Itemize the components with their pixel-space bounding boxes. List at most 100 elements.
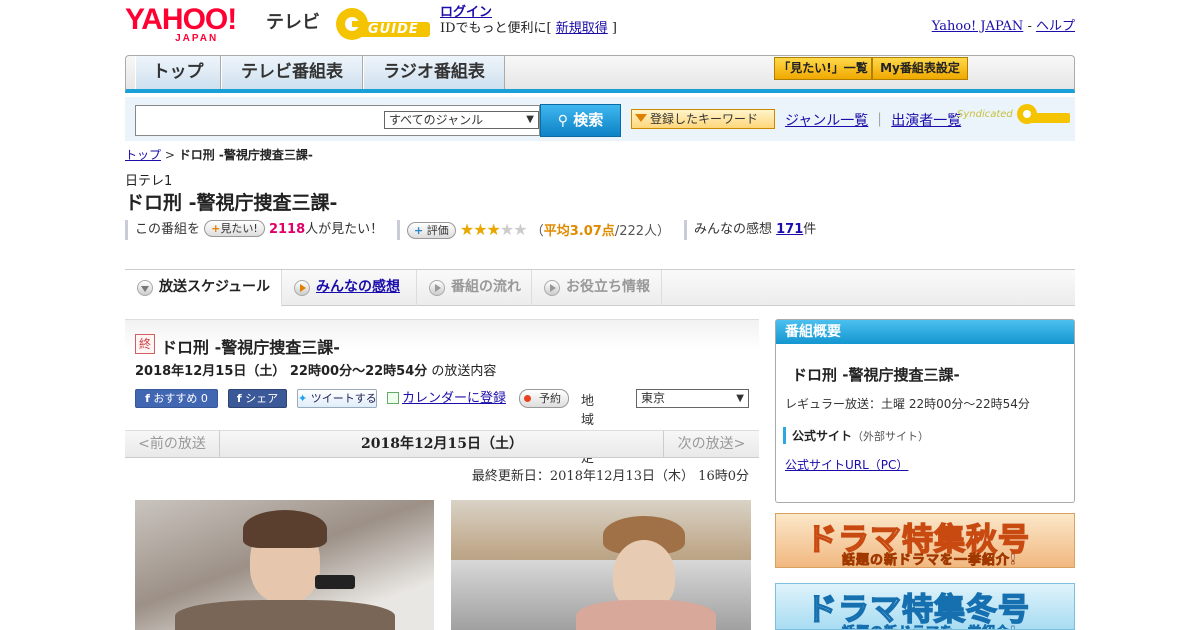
broadcast-datetime-suffix: の放送内容 <box>427 364 497 379</box>
want-suffix: 人が見たい！ <box>305 222 384 237</box>
play-arrow-icon <box>429 280 445 296</box>
performer-list-link[interactable]: 出演者一覧 <box>891 113 961 129</box>
syndicated-label: Syndicated <box>957 109 1013 120</box>
gguide-logo[interactable]: GUIDE <box>334 6 432 42</box>
search-icon: ⚲ <box>557 113 568 129</box>
syndicated-gguide-logo: Syndicated <box>957 103 1072 125</box>
channel-name: 日テレ1 <box>125 174 173 189</box>
tab-broadcast-schedule[interactable]: 放送スケジュール <box>125 270 282 307</box>
official-site-url-link[interactable]: 公式サイトURL（PC） <box>785 456 908 473</box>
calendar-register-link[interactable]: カレンダーに登録 <box>387 390 506 409</box>
genre-select-value: すべてのジャンル <box>389 113 484 127</box>
tab-impressions[interactable]: みんなの感想 <box>282 270 417 306</box>
login-note-suffix: ] <box>607 21 617 36</box>
broadcast-time: 2018年12月15日（土） 22時00分～22時54分 の放送内容 <box>135 360 496 379</box>
program-overview: 番組概要 ドロ刑 -警視庁捜査三課- レギュラー放送：土曜 22時00分～22時… <box>775 319 1075 503</box>
ended-badge: 終 <box>135 334 155 354</box>
official-site-note: （外部サイト） <box>852 430 930 443</box>
breadcrumb-top-link[interactable]: トップ <box>125 148 161 162</box>
photo-figure-hair <box>243 510 327 548</box>
want-prefix: この番組を <box>135 222 201 237</box>
plus-icon: + <box>414 224 424 237</box>
top-right-links: Yahoo! JAPAN - ヘルプ <box>932 15 1075 34</box>
search-links: ジャンル一覧 ｜ 出演者一覧 <box>785 110 961 130</box>
genre-select[interactable]: すべてのジャンル ▼ <box>384 111 539 129</box>
drama-feature-winter-banner[interactable]: ドラマ特集冬号 話題の新ドラマを一挙紹介! <box>775 583 1075 630</box>
nav-tab-radio-schedule[interactable]: ラジオ番組表 <box>363 56 505 89</box>
register-link[interactable]: 新規取得 <box>556 21 608 36</box>
broadcast-date-nav: <前の放送 2018年12月15日（土） 次の放送> <box>125 430 759 458</box>
tab-useful-info: お役立ち情報 <box>532 270 662 306</box>
facebook-share-button[interactable]: f シェア <box>228 389 287 408</box>
tab-label: みんなの感想 <box>316 279 400 295</box>
play-arrow-icon <box>294 280 310 296</box>
banner-subtitle: 話題の新ドラマを一挙紹介! <box>842 553 1017 568</box>
region-select-value: 東京 <box>641 391 666 405</box>
want-button[interactable]: +見たい! <box>204 220 265 237</box>
broadcast-datetime: 2018年12月15日（土） 22時00分～22時54分 <box>135 364 428 379</box>
next-broadcast-button[interactable]: 次の放送> <box>663 431 759 458</box>
tab-program-flow: 番組の流れ <box>417 270 532 306</box>
yahoo-japan-logo[interactable]: YAHOO! JAPAN <box>125 3 237 44</box>
want-stat: この番組を +見たい! 2118人が見たい！ <box>125 220 383 240</box>
link-separator: ｜ <box>872 113 887 129</box>
photo-object <box>315 575 355 589</box>
regular-broadcast: レギュラー放送：土曜 22時00分～22時54分 <box>785 397 1030 411</box>
impressions-count-link[interactable]: 171 <box>776 222 803 237</box>
rate-button[interactable]: + 評価 <box>407 222 456 239</box>
login-note-prefix: IDでもっと便利に[ <box>440 21 556 36</box>
help-link[interactable]: ヘルプ <box>1036 19 1075 34</box>
drama-feature-autumn-banner[interactable]: ドラマ特集秋号 話題の新ドラマを一挙紹介! <box>775 513 1075 568</box>
rating-average: 平均3.07点 <box>543 224 615 239</box>
breadcrumb: トップ > ドロ刑 -警視庁捜査三課- <box>125 146 313 163</box>
twitter-bird-icon: ✦ <box>298 392 308 405</box>
plus-icon: + <box>211 222 221 235</box>
chevron-down-icon: ▼ <box>736 393 744 404</box>
nav-tab-top[interactable]: トップ <box>135 56 221 89</box>
calendar-icon <box>387 392 399 404</box>
tweet-button[interactable]: ✦ ツイートする <box>297 389 377 408</box>
program-overview-title: ドロ刑 -警視庁捜査三課- <box>792 366 960 384</box>
facebook-share-label: シェア <box>245 392 279 405</box>
calendar-register-label: カレンダーに登録 <box>402 391 507 406</box>
nav-tab-tv-schedule[interactable]: テレビ番組表 <box>221 56 363 89</box>
impressions-suffix: 件 <box>803 222 817 237</box>
link-separator: - <box>1023 19 1036 34</box>
broadcast-title: ドロ刑 -警視庁捜査三課- <box>161 338 340 357</box>
want-list-button[interactable]: 「見たい!」一覧 <box>774 57 872 80</box>
dropdown-triangle-icon <box>635 114 647 122</box>
registered-keyword-label: 登録したキーワード <box>650 112 759 126</box>
rating-stat: + 評価 ★★★★★ （平均3.07点/222人） <box>397 220 670 240</box>
prev-broadcast-button[interactable]: <前の放送 <box>125 431 220 458</box>
program-overview-heading: 番組概要 <box>776 320 1074 344</box>
my-program-settings-button[interactable]: My番組表設定 <box>872 57 968 80</box>
gguide-logo-text: GUIDE <box>368 22 419 37</box>
search-button-label: 検索 <box>573 111 604 129</box>
want-button-label: 見たい! <box>220 222 258 235</box>
registered-keyword-button[interactable]: 登録したキーワード <box>631 109 775 129</box>
photo-figure-body <box>175 600 395 630</box>
broadcast-date: 2018年12月15日（土） <box>361 436 523 452</box>
reserve-button[interactable]: 予約 <box>519 389 569 408</box>
logo-yahoo-text: YAHOO! <box>125 3 237 36</box>
facebook-icon: f <box>236 392 242 405</box>
logo-tv-text: テレビ <box>266 12 320 33</box>
page-title: ドロ刑 -警視庁捜査三課- <box>125 192 338 214</box>
rate-button-label: 評価 <box>426 224 449 237</box>
program-photo-1 <box>135 500 434 630</box>
region-select[interactable]: 東京 ▼ <box>636 389 749 408</box>
genre-list-link[interactable]: ジャンル一覧 <box>785 113 868 129</box>
star-icon: ★ <box>486 220 501 239</box>
rating-stars: ★★★★★ <box>460 220 528 239</box>
official-site-heading: 公式サイト（外部サイト） <box>783 427 929 444</box>
yahoo-japan-link[interactable]: Yahoo! JAPAN <box>932 19 1024 34</box>
breadcrumb-current: ドロ刑 -警視庁捜査三課- <box>178 148 313 162</box>
login-link[interactable]: ログイン <box>440 5 492 20</box>
main-nav: トップ テレビ番組表 ラジオ番組表 「見たい!」一覧 My番組表設定 <box>125 55 1075 93</box>
gguide-small-icon <box>1016 104 1070 124</box>
broadcast-info: 終 ドロ刑 -警視庁捜査三課- 2018年12月15日（土） 22時00分～22… <box>125 319 759 466</box>
facebook-icon: f <box>145 392 150 405</box>
facebook-recommend-button[interactable]: f おすすめ 0 <box>135 389 218 408</box>
tab-label: お役立ち情報 <box>566 279 650 295</box>
search-button[interactable]: ⚲ 検索 <box>540 104 621 137</box>
